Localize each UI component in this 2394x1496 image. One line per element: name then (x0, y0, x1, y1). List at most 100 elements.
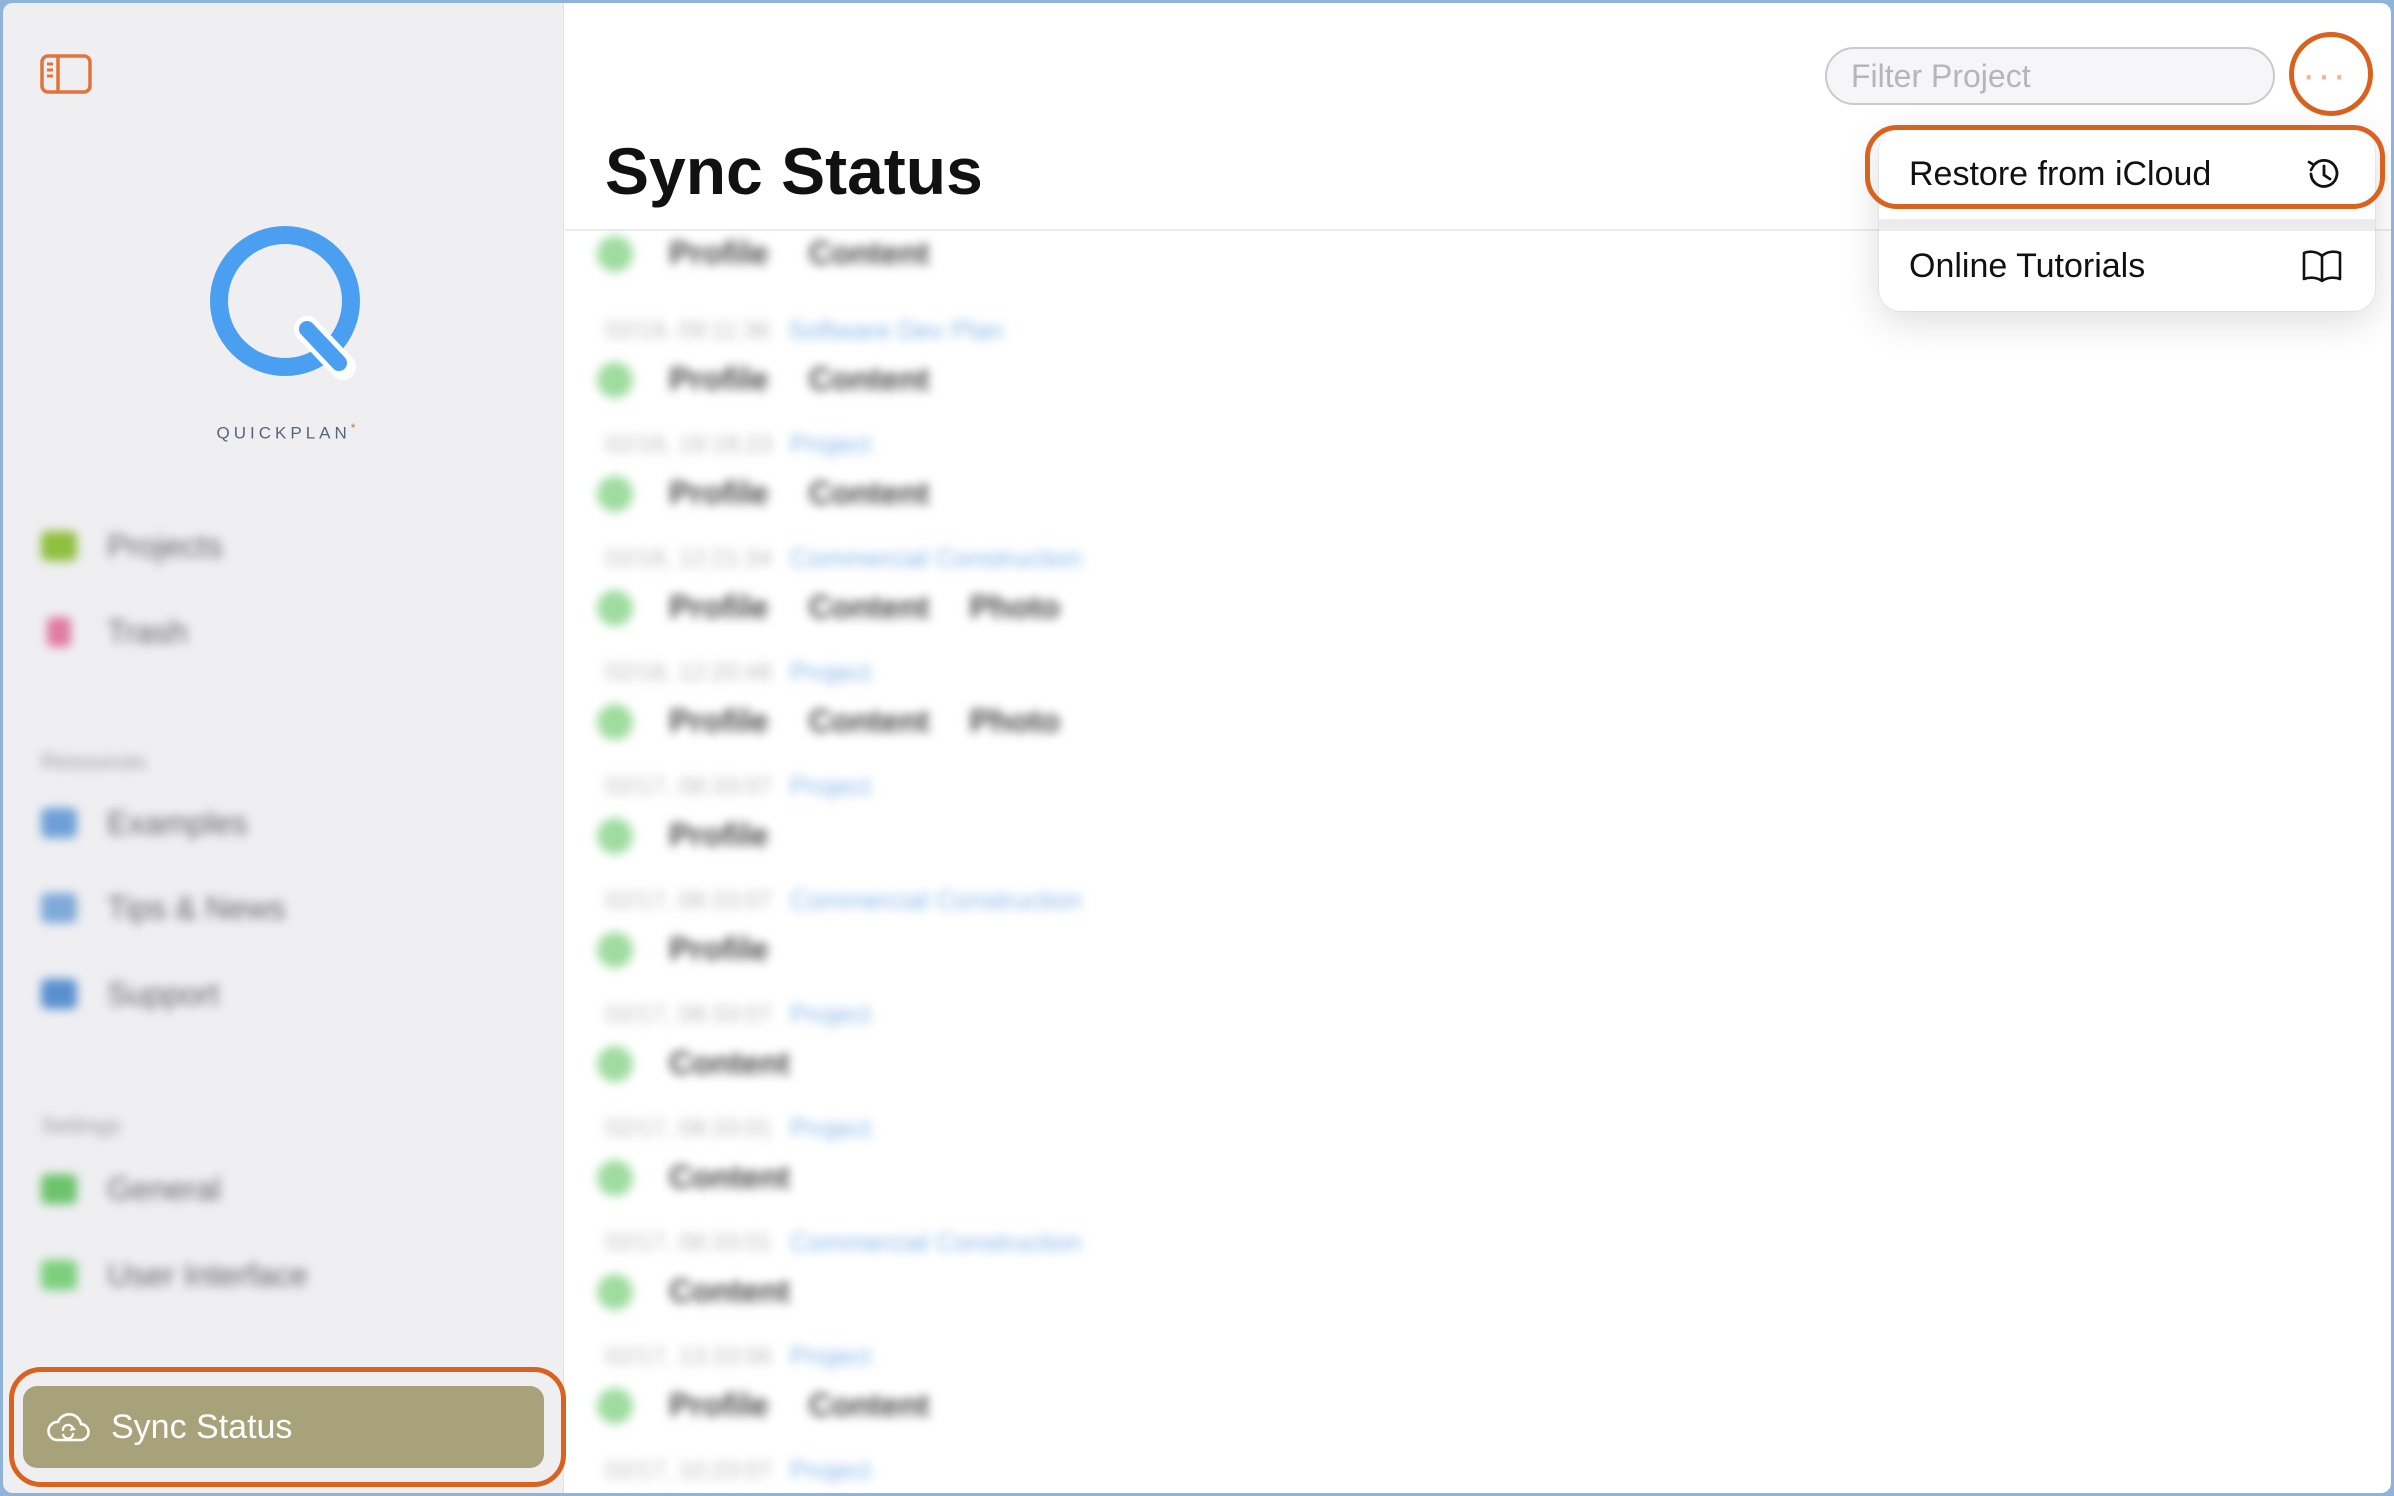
sync-log-project-link[interactable]: Project (790, 429, 871, 460)
section-header-resources: Resources (41, 749, 147, 774)
sync-log-time: 02/17, 10:23:07 (605, 1456, 772, 1484)
sync-log-time: 02/17, 08:33:01 (605, 1114, 772, 1142)
sync-log-project-link[interactable]: Software Dev Plan (788, 315, 1003, 346)
sync-log-row: Profile Content (597, 229, 1797, 305)
sync-log-tag: Profile (669, 235, 769, 271)
sync-log-project-link[interactable]: Project (790, 1113, 871, 1144)
sync-log-time: 02/17, 08:33:07 (605, 1000, 772, 1028)
clock-history-icon (2307, 159, 2339, 188)
sync-log-tag: Photo (969, 703, 1061, 739)
sync-log-tag: Profile (669, 361, 769, 397)
sync-log-tag: Photo (969, 589, 1061, 625)
news-icon (41, 893, 77, 923)
sidebar-item-tips-news[interactable]: Tips & News (41, 880, 541, 936)
sync-log-meta: 02/17, 08:33:01 Commercial Construction (605, 1227, 1082, 1258)
sidebar-item-trash[interactable]: Trash (41, 604, 541, 660)
sync-log-status: Profile Content (597, 1387, 969, 1424)
sync-log-status: Content (597, 1045, 830, 1082)
sync-log-row: 02/19, 09:11:36 Software Dev Plan Profile C… (597, 305, 1797, 419)
sync-log-list: Profile Content 02/19, 09:11:36 Software De… (597, 229, 1797, 1493)
sync-log-tag: Content (669, 1045, 790, 1081)
sync-log-tag: Content (808, 589, 930, 625)
check-icon (597, 475, 633, 512)
sync-log-project-link[interactable]: Project (790, 1455, 871, 1486)
sync-log-time: 02/18, 12:21:34 (605, 544, 772, 572)
sync-log-time: 02/17, 13:33:56 (605, 1342, 772, 1370)
sync-log-tag: Profile (669, 475, 769, 511)
book-icon (2302, 250, 2342, 283)
sync-log-project-link[interactable]: Project (790, 771, 871, 802)
sync-log-tag: Profile (669, 703, 769, 739)
sync-log-row: 02/17, 08:33:07 Project Profile (597, 761, 1797, 875)
examples-icon (41, 808, 77, 838)
check-icon (597, 817, 633, 854)
sidebar-toggle-icon[interactable] (39, 53, 93, 95)
trash-icon (47, 617, 71, 647)
app-window: QUICKPLAN* Projects Trash Resources Exam… (3, 3, 2391, 1493)
logo-mark: * (350, 421, 360, 435)
sidebar-item-user-interface[interactable]: User Interface (41, 1247, 541, 1303)
sync-log-tag: Content (808, 1387, 930, 1423)
sync-log-project-link[interactable]: Commercial Construction (790, 1227, 1082, 1258)
sync-log-project-link[interactable]: Project (790, 657, 871, 688)
sync-log-tag: Content (808, 475, 930, 511)
check-icon (597, 1045, 633, 1082)
sync-log-status: Profile Content Photo (597, 589, 1100, 626)
sync-log-time: 02/18, 12:20:48 (605, 658, 772, 686)
quickplan-logo-icon (203, 221, 367, 385)
sidebar-item-general[interactable]: General (41, 1161, 541, 1217)
menu-item-label: Restore from iCloud (1909, 154, 2212, 193)
sync-log-tag: Content (669, 1273, 790, 1309)
sync-log-meta: 02/18, 12:20:48 Project (605, 657, 871, 688)
sync-log-meta: 02/17, 08:33:07 Project (605, 999, 871, 1030)
more-options-button[interactable]: ··· (2293, 43, 2357, 107)
menu-item-online-tutorials[interactable]: Online Tutorials (1879, 221, 2375, 311)
menu-item-restore-from-icloud[interactable]: Restore from iCloud (1879, 129, 2375, 219)
sync-log-tag: Content (808, 235, 930, 271)
sync-log-status: Content (597, 1159, 830, 1196)
logo-text: QUICKPLAN* (183, 421, 393, 444)
check-icon (597, 235, 633, 272)
sync-log-project-link[interactable]: Commercial Construction (790, 543, 1082, 574)
sync-log-time: 02/18, 19:18:23 (605, 430, 772, 458)
sync-log-row: 02/18, 19:18:23 Project Profile Content (597, 419, 1797, 533)
sync-log-time: 02/17, 08:33:07 (605, 886, 772, 914)
sync-log-time: 02/17, 08:33:07 (605, 772, 772, 800)
sync-log-project-link[interactable]: Project (790, 1341, 871, 1372)
sidebar-item-support[interactable]: Support (41, 966, 541, 1022)
section-header-settings: Settings (41, 1113, 121, 1138)
more-options-menu: Restore from iCloud Online Tutorials (1879, 129, 2375, 311)
sidebar-item-sync-status[interactable]: Sync Status (23, 1386, 544, 1468)
sidebar-item-label: Support (107, 975, 220, 1012)
sync-log-project-link[interactable]: Commercial Construction (790, 885, 1082, 916)
check-icon (597, 1273, 633, 1310)
check-icon (597, 1387, 633, 1424)
sidebar-item-label: Examples (107, 804, 248, 841)
ellipsis-icon: ··· (2302, 53, 2348, 97)
sync-log-time: 02/17, 08:33:01 (605, 1228, 772, 1256)
sync-log-row: 02/18, 12:21:34 Commercial Construction Pr… (597, 533, 1797, 647)
sync-log-status: Profile (597, 931, 809, 968)
sidebar-item-projects[interactable]: Projects (41, 518, 541, 574)
sync-log-row: 02/17, 13:33:56 Project Profile Content (597, 1331, 1797, 1445)
sync-log-status: Profile (597, 817, 809, 854)
sync-log-row: 02/17, 08:33:01 Project Content (597, 1103, 1797, 1217)
sync-log-meta: 02/17, 08:33:01 Project (605, 1113, 871, 1144)
check-icon (597, 931, 633, 968)
sidebar-item-examples[interactable]: Examples (41, 795, 541, 851)
sync-log-meta: 02/17, 13:33:56 Project (605, 1341, 871, 1372)
sync-log-row: 02/17, 10:23:07ProjectProfileContent (597, 1445, 1797, 1493)
sync-log-tag: Profile (669, 931, 769, 967)
sync-log-project-link[interactable]: Project (790, 999, 871, 1030)
sync-log-status: Profile Content (597, 361, 969, 398)
sync-log-row: 02/18, 12:20:48 Project Profile Content Phot… (597, 647, 1797, 761)
sync-status-label: Sync Status (111, 1407, 293, 1446)
sync-log-status: Content (597, 1273, 830, 1310)
sidebar-item-label: Tips & News (107, 889, 286, 926)
filter-project-input[interactable] (1825, 47, 2275, 105)
cloud-sync-icon (47, 1412, 90, 1442)
sync-log-meta: 02/19, 09:11:36 Software Dev Plan (605, 315, 1003, 346)
interface-icon (41, 1260, 77, 1290)
sync-log-tag: Content (808, 703, 930, 739)
sync-log-meta: 02/17, 08:33:07 Project (605, 771, 871, 802)
